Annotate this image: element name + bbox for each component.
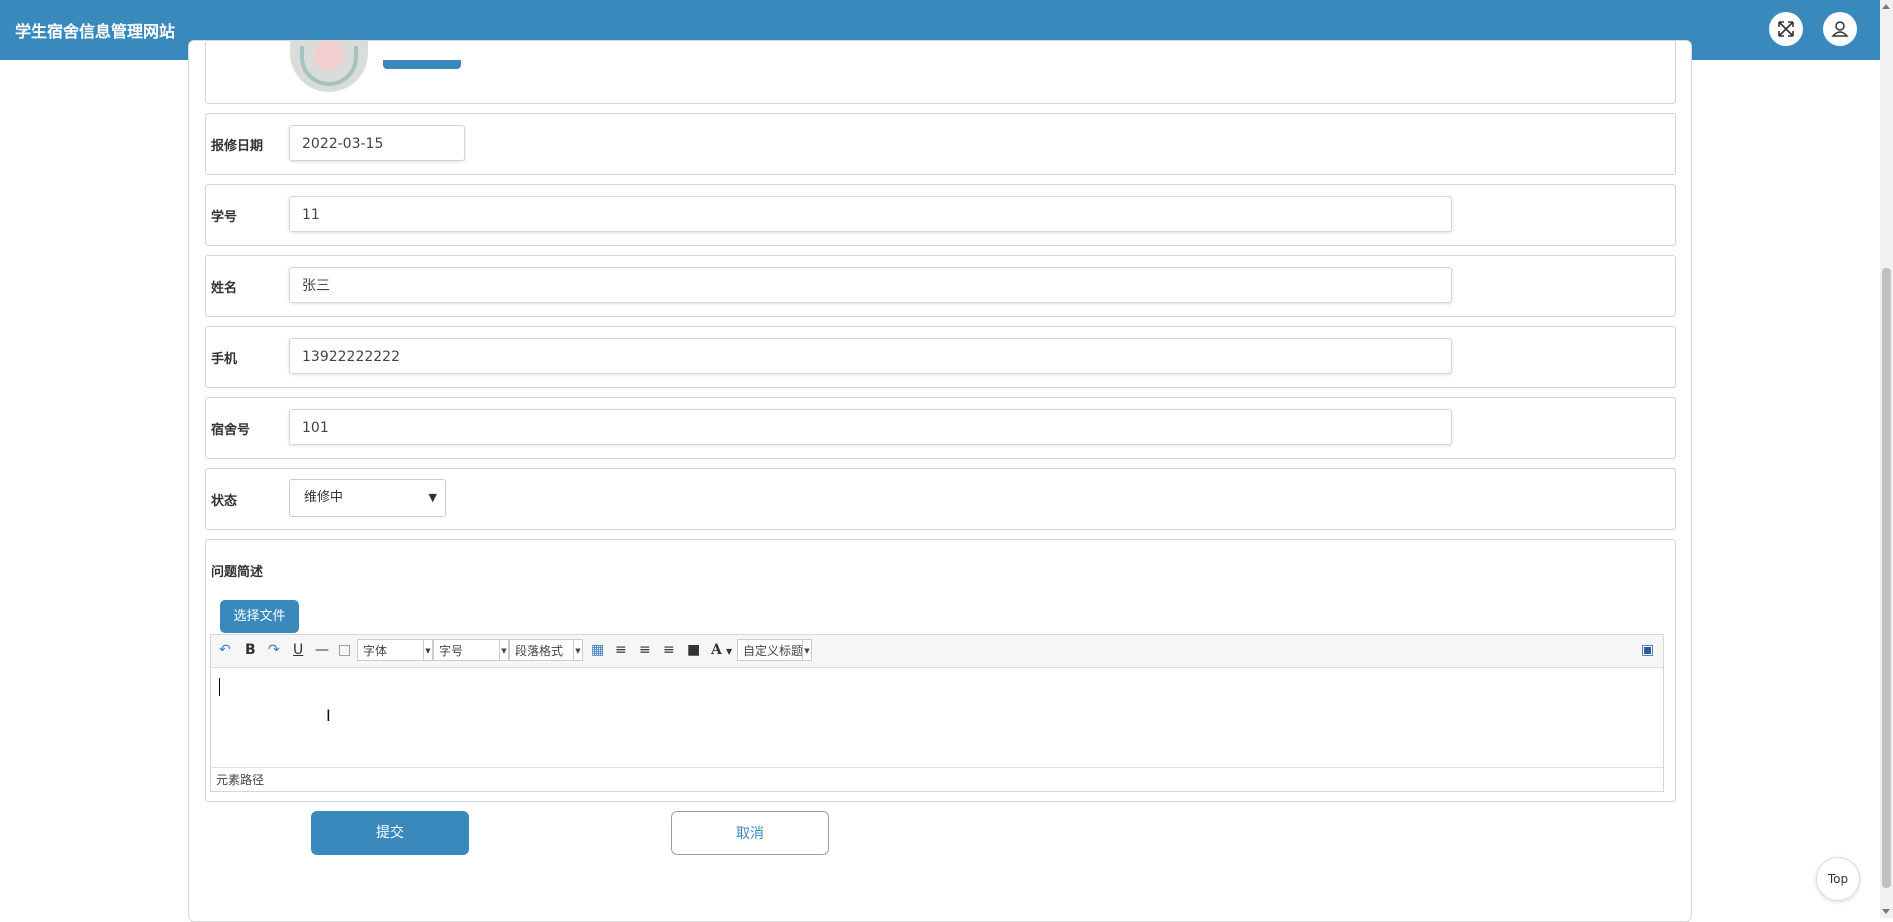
font-color-icon[interactable]: A	[711, 642, 722, 658]
scroll-up-icon[interactable]	[1882, 4, 1890, 9]
scrollbar-thumb[interactable]	[1882, 268, 1891, 888]
align-left-icon[interactable]: ≡	[615, 642, 627, 658]
user-icon	[1831, 21, 1849, 37]
clear-doc-icon[interactable]: □	[338, 642, 351, 658]
editor-toolbar: ↶ B ↷ U — □ 字体 ▼ 字号 ▼ 段落格式 ▼ ▦ ≡ ≡ ≡ ■ A…	[211, 635, 1663, 668]
fullscreen-button[interactable]	[1769, 12, 1803, 46]
app-title: 学生宿舍信息管理网站	[15, 22, 176, 41]
field-label: 手机	[211, 352, 238, 367]
upload-image-button[interactable]	[383, 60, 461, 69]
font-family-label: 字体	[363, 644, 388, 658]
undo-icon[interactable]: ↶	[219, 642, 231, 658]
ibeam-cursor-icon: I	[326, 706, 331, 725]
field-row-student-id: 学号 11	[205, 184, 1676, 246]
field-label: 状态	[211, 494, 238, 509]
fullscreen-icon	[1778, 21, 1794, 37]
paragraph-label: 段落格式	[515, 644, 564, 658]
paragraph-select[interactable]: 段落格式 ▼	[509, 639, 583, 661]
align-right-icon[interactable]: ≡	[639, 642, 651, 658]
scroll-down-icon[interactable]	[1882, 909, 1890, 914]
avatar-row	[205, 40, 1676, 104]
student-id-input[interactable]: 11	[289, 196, 1452, 232]
date-input[interactable]: 2022-03-15	[289, 125, 465, 161]
field-label: 报修日期	[211, 139, 264, 154]
back-to-top-button[interactable]: Top	[1816, 857, 1860, 901]
field-row-date: 报修日期 2022-03-15	[205, 113, 1676, 175]
custom-title-select[interactable]: 自定义标题 ▼	[737, 639, 812, 661]
field-row-name: 姓名 张三	[205, 255, 1676, 317]
text-cursor	[219, 678, 220, 696]
align-center-icon[interactable]: ≡	[663, 642, 675, 658]
field-label: 姓名	[211, 281, 238, 296]
cancel-button[interactable]: 取消	[671, 811, 829, 855]
status-select[interactable]: 维修中 ▼	[289, 479, 446, 517]
field-row-dorm: 宿舍号 101	[205, 397, 1676, 459]
editor-content[interactable]: I	[211, 668, 1663, 764]
avatar-face	[314, 40, 344, 70]
field-label: 问题简述	[211, 565, 264, 580]
element-path-bar: 元素路径	[211, 767, 1663, 791]
chevron-down-icon: ▼	[802, 640, 811, 660]
font-family-select[interactable]: 字体 ▼	[357, 639, 433, 661]
underline-icon[interactable]: U	[293, 642, 303, 658]
horizontal-rule-icon[interactable]: —	[315, 642, 329, 658]
user-button[interactable]	[1823, 12, 1857, 46]
choose-file-button[interactable]: 选择文件	[220, 600, 299, 633]
chevron-down-icon: ▼	[423, 640, 432, 660]
chevron-down-icon: ▼	[573, 640, 582, 660]
name-input[interactable]: 张三	[289, 267, 1452, 303]
custom-title-label: 自定义标题	[743, 644, 804, 658]
font-size-select[interactable]: 字号 ▼	[433, 639, 509, 661]
phone-input[interactable]: 13922222222	[289, 338, 1452, 374]
field-row-status: 状态 维修中 ▼	[205, 468, 1676, 530]
chevron-down-icon: ▼	[428, 491, 437, 504]
page-scrollbar[interactable]	[1880, 0, 1893, 918]
rich-text-editor[interactable]: ↶ B ↷ U — □ 字体 ▼ 字号 ▼ 段落格式 ▼ ▦ ≡ ≡ ≡ ■ A…	[210, 634, 1664, 792]
chevron-down-icon[interactable]: ▼	[726, 647, 732, 656]
field-row-phone: 手机 13922222222	[205, 326, 1676, 388]
field-label: 学号	[211, 210, 238, 225]
fullscreen-editor-icon[interactable]: ▣	[1641, 642, 1654, 658]
dorm-input[interactable]: 101	[289, 409, 1452, 445]
bold-icon[interactable]: B	[245, 642, 256, 658]
chevron-down-icon: ▼	[499, 640, 508, 660]
font-size-label: 字号	[439, 644, 464, 658]
table-icon[interactable]: ▦	[591, 642, 604, 658]
field-label: 宿舍号	[211, 423, 251, 438]
submit-button[interactable]: 提交	[311, 811, 469, 855]
redo-icon[interactable]: ↷	[268, 642, 280, 658]
justify-icon[interactable]: ■	[687, 642, 700, 658]
status-value: 维修中	[304, 490, 344, 505]
